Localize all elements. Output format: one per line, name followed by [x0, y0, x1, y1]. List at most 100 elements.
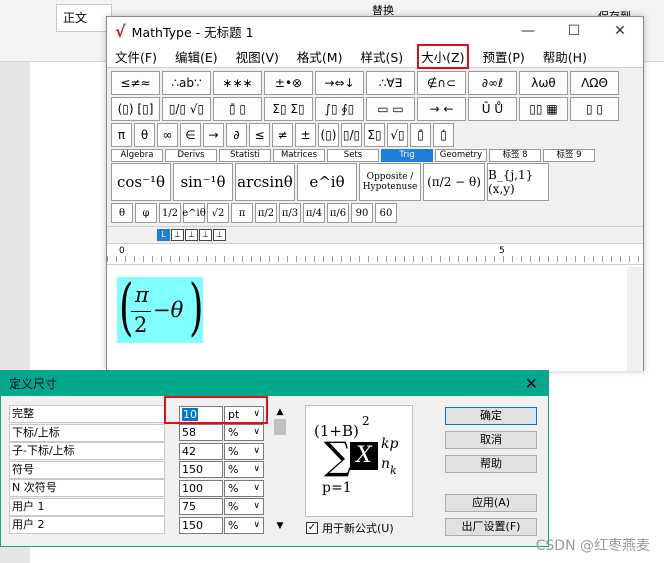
- size-value-input[interactable]: 42: [179, 442, 223, 460]
- template-pi-over-2[interactable]: (π/2 − θ): [423, 163, 485, 201]
- size-table-scrollbar[interactable]: ▲ ▼: [273, 407, 287, 533]
- tab-sets[interactable]: Sets: [327, 149, 379, 162]
- ruler[interactable]: 0 5: [107, 243, 643, 265]
- size-value-input[interactable]: 150: [179, 516, 223, 534]
- operators-palette-button[interactable]: ±•⊗: [264, 71, 313, 95]
- quick-dot-button[interactable]: ▯̇: [433, 123, 454, 147]
- quick-sqrt-button[interactable]: √▯: [387, 123, 408, 147]
- tab-matrices[interactable]: Matrices: [273, 149, 325, 162]
- maximize-icon[interactable]: ☐: [551, 17, 597, 45]
- tab-label-8[interactable]: 标签 8: [489, 149, 541, 162]
- tab-algebra[interactable]: Algebra: [111, 149, 163, 162]
- quick-theta-button[interactable]: θ: [134, 123, 155, 147]
- template-bessel[interactable]: B_{j,1}(x,y): [487, 163, 549, 201]
- left-tab-stop[interactable]: L: [157, 229, 170, 241]
- summation-palette-button[interactable]: Σ▯ Σ▯: [264, 97, 313, 121]
- apply-button[interactable]: 应用(A): [445, 494, 537, 512]
- style-normal[interactable]: 正文: [56, 4, 112, 32]
- fences-palette-button[interactable]: (▯) [▯]: [111, 97, 160, 121]
- small-60-button[interactable]: 60: [375, 203, 397, 223]
- equation-editor-area[interactable]: ( π 2 −θ ): [107, 267, 643, 371]
- quick-neq-button[interactable]: ≠: [272, 123, 293, 147]
- small-exp-button[interactable]: e^iθ: [182, 203, 206, 223]
- template-arcsin-power[interactable]: sin⁻¹θ: [173, 163, 233, 201]
- help-button[interactable]: 帮助: [445, 455, 537, 473]
- logic-palette-button[interactable]: ∴∀∃: [366, 71, 415, 95]
- size-unit-select[interactable]: % ∨: [224, 479, 264, 497]
- menu-view[interactable]: 视图(V): [234, 46, 281, 67]
- boxes-palette-button[interactable]: ▯ ▯: [570, 97, 619, 121]
- template-arccos[interactable]: cos⁻¹θ: [111, 163, 171, 201]
- spaces-palette-button[interactable]: ∴ab∵: [162, 71, 211, 95]
- bars-palette-button[interactable]: ▭ ▭: [366, 97, 415, 121]
- close-icon[interactable]: ✕: [597, 17, 643, 45]
- scroll-up-icon[interactable]: ▲: [273, 407, 287, 417]
- size-value-input[interactable]: 100: [179, 479, 223, 497]
- quick-sum-button[interactable]: Σ▯: [364, 123, 385, 147]
- decimal-tab-stop[interactable]: ⊥: [213, 229, 226, 241]
- menu-size[interactable]: 大小(Z): [417, 43, 469, 69]
- quick-fraction-button[interactable]: ▯/▯: [341, 123, 362, 147]
- editor-scrollbar[interactable]: [627, 267, 643, 371]
- sets-palette-button[interactable]: ∉∩⊂: [417, 71, 466, 95]
- matrices-palette-button[interactable]: ▯▯ ▦: [519, 97, 568, 121]
- right-tab-stop[interactable]: ⊥: [185, 229, 198, 241]
- tab-derivs[interactable]: Derivs: [165, 149, 217, 162]
- integrals-palette-button[interactable]: ∫▯ ∮▯: [315, 97, 364, 121]
- size-unit-select[interactable]: % ∨: [224, 424, 264, 441]
- menu-edit[interactable]: 编辑(E): [173, 46, 220, 67]
- quick-parens-button[interactable]: (▯): [318, 123, 339, 147]
- quick-plusminus-button[interactable]: ±: [295, 123, 316, 147]
- size-unit-select[interactable]: % ∨: [224, 498, 264, 515]
- small-90-button[interactable]: 90: [351, 203, 373, 223]
- size-unit-select[interactable]: % ∨: [224, 516, 264, 534]
- tab-statistics[interactable]: Statisti: [219, 149, 271, 162]
- small-pi-button[interactable]: π: [231, 203, 253, 223]
- quick-pi-button[interactable]: π: [111, 123, 132, 147]
- scroll-thumb[interactable]: [274, 419, 286, 435]
- quick-element-button[interactable]: ∈: [180, 123, 201, 147]
- menu-preferences[interactable]: 预置(P): [481, 46, 527, 67]
- factory-settings-button[interactable]: 出厂设置(F): [445, 518, 537, 536]
- subscripts-palette-button[interactable]: ▯̄ ▯: [213, 97, 262, 121]
- quick-partial-button[interactable]: ∂: [226, 123, 247, 147]
- size-value-input[interactable]: 58: [179, 424, 223, 441]
- small-pi2-button[interactable]: π/2: [255, 203, 277, 223]
- small-sqrt2-button[interactable]: √2: [207, 203, 229, 223]
- small-pi3-button[interactable]: π/3: [279, 203, 301, 223]
- products-palette-button[interactable]: Ū Ů: [468, 97, 517, 121]
- tab-trig[interactable]: Trig: [381, 149, 433, 162]
- small-pi6-button[interactable]: π/6: [327, 203, 349, 223]
- center-tab-stop[interactable]: ⊥: [171, 229, 184, 241]
- selected-formula[interactable]: ( π 2 −θ ): [117, 276, 204, 343]
- use-for-new-equations-checkbox[interactable]: ✓: [306, 522, 318, 534]
- template-opposite-hypotenuse[interactable]: Opposite / Hypotenuse: [359, 163, 421, 201]
- quick-arrow-button[interactable]: →: [203, 123, 224, 147]
- quick-overbar-button[interactable]: ▯̄: [410, 123, 431, 147]
- small-theta-button[interactable]: θ: [111, 203, 133, 223]
- greek-upper-palette-button[interactable]: ΛΩΘ: [570, 71, 619, 95]
- embellishments-palette-button[interactable]: ∗∗∗: [213, 71, 262, 95]
- size-unit-select[interactable]: % ∨: [224, 461, 264, 478]
- menu-format[interactable]: 格式(M): [295, 46, 345, 67]
- relation-tab-stop[interactable]: ⊥: [199, 229, 212, 241]
- size-value-input[interactable]: 150: [179, 461, 223, 478]
- scroll-down-icon[interactable]: ▼: [273, 521, 287, 531]
- template-arcsin[interactable]: arcsinθ: [235, 163, 295, 201]
- arrows-palette-button[interactable]: →⇔↓: [315, 71, 364, 95]
- tab-label-9[interactable]: 标签 9: [543, 149, 595, 162]
- minimize-icon[interactable]: —: [505, 17, 551, 45]
- tab-geometry[interactable]: Geometry: [435, 149, 487, 162]
- small-half-button[interactable]: 1/2: [159, 203, 181, 223]
- quick-infinity-button[interactable]: ∞: [157, 123, 178, 147]
- menu-help[interactable]: 帮助(H): [541, 46, 589, 67]
- size-value-input[interactable]: 75: [179, 498, 223, 515]
- template-euler[interactable]: e^iθ: [297, 163, 357, 201]
- menu-file[interactable]: 文件(F): [113, 46, 159, 67]
- quick-leq-button[interactable]: ≤: [249, 123, 270, 147]
- fractions-palette-button[interactable]: ▯/▯ √▯: [162, 97, 211, 121]
- menu-style[interactable]: 样式(S): [358, 46, 405, 67]
- size-unit-select[interactable]: % ∨: [224, 442, 264, 460]
- ok-button[interactable]: 确定: [445, 407, 537, 425]
- small-pi4-button[interactable]: π/4: [303, 203, 325, 223]
